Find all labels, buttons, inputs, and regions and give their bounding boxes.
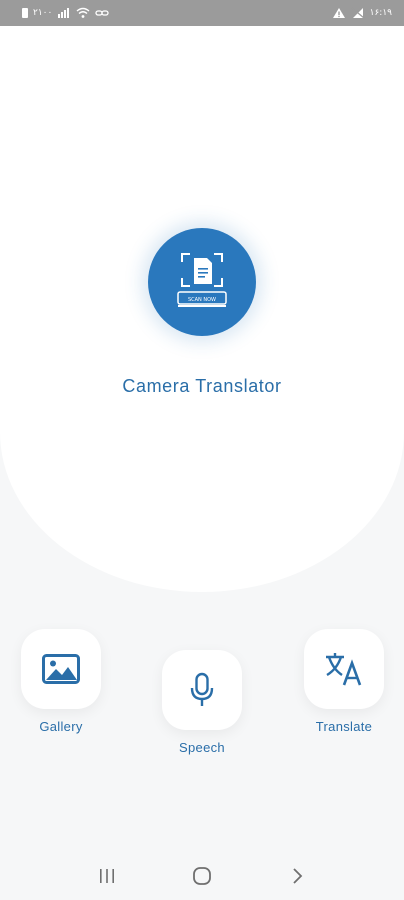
- microphone-icon: [190, 672, 214, 706]
- translate-button[interactable]: Translate: [304, 629, 384, 734]
- speech-card[interactable]: [162, 650, 242, 730]
- gallery-button[interactable]: Gallery: [21, 629, 101, 734]
- link-icon: [95, 10, 109, 16]
- translate-label: Translate: [315, 719, 373, 734]
- signal-icon: [58, 8, 70, 18]
- app-title: Camera Translator: [122, 376, 282, 396]
- navigation-bar: [0, 852, 404, 900]
- warning-icon: [332, 8, 345, 18]
- recent-apps-button[interactable]: [87, 856, 127, 896]
- home-button[interactable]: [182, 856, 222, 896]
- gallery-card[interactable]: [21, 629, 101, 709]
- speech-button[interactable]: Speech: [162, 650, 242, 755]
- no-signal-icon: [351, 7, 365, 19]
- home-icon: [193, 867, 211, 885]
- logo-caption: SCAN NOW: [188, 297, 216, 303]
- image-icon: [42, 654, 80, 684]
- status-time: ۱۶:۱۹: [369, 8, 392, 18]
- translate-icon: [326, 653, 362, 686]
- translate-card[interactable]: [304, 629, 384, 709]
- speech-label: Speech: [179, 740, 225, 755]
- status-left: ۲۱۰۰: [22, 7, 109, 19]
- app-logo: SCAN NOW: [148, 228, 256, 336]
- status-bar: ۲۱۰۰ ۱۶:۱۹: [0, 0, 404, 26]
- gallery-label: Gallery: [39, 719, 83, 734]
- status-left-text: ۲۱۰۰: [33, 8, 53, 18]
- back-icon: [293, 868, 302, 884]
- scan-document-icon: SCAN NOW: [177, 253, 227, 307]
- battery-icon: [22, 8, 28, 18]
- back-button[interactable]: [277, 856, 317, 896]
- recent-apps-icon: [100, 869, 115, 883]
- status-right: ۱۶:۱۹: [332, 7, 392, 19]
- wifi-icon: [76, 7, 90, 18]
